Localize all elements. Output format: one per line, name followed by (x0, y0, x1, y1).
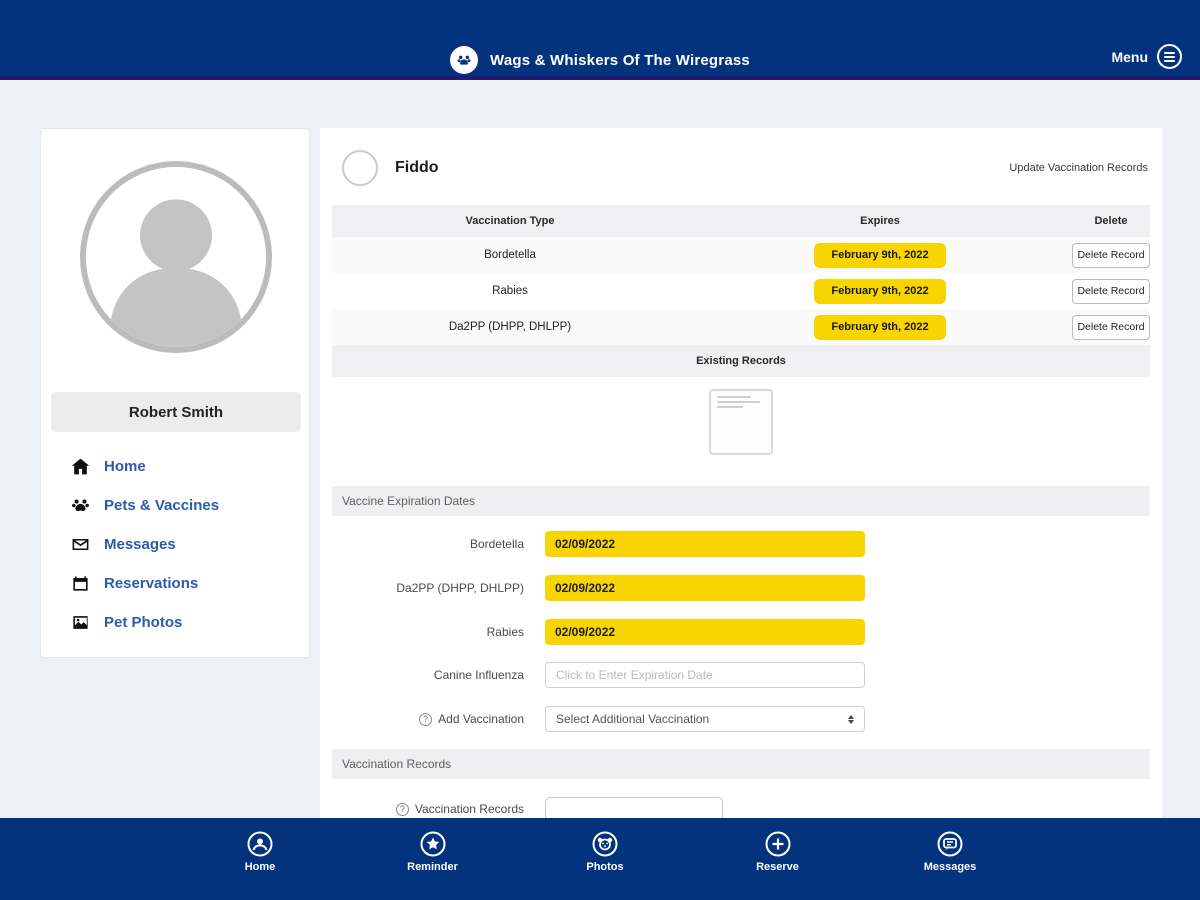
brand: Wags & Whiskers Of The Wiregrass (0, 46, 1200, 74)
additional-vaccination-select[interactable]: Select Additional Vaccination (545, 706, 865, 732)
pet-name: Fiddo (395, 159, 439, 176)
star-circle-icon (420, 831, 445, 857)
add-vaccination-label-wrap: ? Add Vaccination (332, 712, 528, 726)
table-row: Rabies February 9th, 2022 Delete Record (332, 273, 1150, 309)
calendar-icon (71, 574, 91, 594)
bottomnav-label: Messages (923, 861, 977, 873)
bottomnav-messages[interactable]: Messages (915, 830, 985, 900)
photo-icon (71, 613, 91, 633)
expires-date-button[interactable]: February 9th, 2022 (814, 242, 946, 268)
sidebar-item-home[interactable]: Home (71, 447, 301, 486)
bottom-nav: Home Reminder Photos Reserve Messages (0, 818, 1200, 900)
hamburger-circle-icon (1157, 44, 1182, 69)
canine-influenza-date-input[interactable] (545, 662, 865, 688)
menu-label: Menu (1111, 48, 1148, 65)
person-silhouette-icon (86, 167, 266, 347)
delete-record-button[interactable]: Delete Record (1072, 314, 1150, 340)
bottomnav-label: Reminder (407, 861, 458, 873)
app-page: Wags & Whiskers Of The Wiregrass Menu Ro… (0, 0, 1200, 900)
sidebar-item-pet-photos[interactable]: Pet Photos (71, 603, 301, 642)
section-header-vaccination-records: Vaccination Records (332, 749, 1150, 779)
dog-face-circle-icon (592, 831, 618, 857)
bottomnav-home[interactable]: Home (225, 830, 295, 900)
field-label: Add Vaccination (438, 712, 524, 726)
update-vaccination-records-link[interactable]: Update Vaccination Records (1009, 162, 1148, 174)
sidebar-item-reservations[interactable]: Reservations (71, 564, 301, 603)
bordetella-date-input[interactable] (545, 531, 865, 557)
sidebar-item-label: Messages (104, 536, 176, 553)
existing-records-row (332, 377, 1150, 480)
user-name: Robert Smith (51, 392, 301, 432)
sidebar-item-pets-vaccines[interactable]: Pets & Vaccines (71, 486, 301, 525)
form-row-add-vaccination: ? Add Vaccination Select Additional Vacc… (332, 706, 1150, 732)
envelope-icon (71, 535, 91, 555)
sidebar-nav: Home Pets & Vaccines Messages Reservatio… (71, 447, 301, 642)
paw-logo-icon (450, 46, 479, 74)
question-circle-icon: ? (395, 802, 409, 816)
field-label: Da2PP (DHPP, DHLPP) (396, 581, 524, 595)
expires-date-button[interactable]: February 9th, 2022 (814, 314, 946, 340)
delete-record-button[interactable]: Delete Record (1072, 242, 1150, 268)
field-label: Vaccination Records (414, 802, 524, 816)
form-row-canine-influenza: Canine Influenza (332, 662, 1150, 688)
delete-record-button[interactable]: Delete Record (1072, 278, 1150, 304)
sidebar-item-messages[interactable]: Messages (71, 525, 301, 564)
paw-icon (71, 496, 91, 516)
menu-button[interactable]: Menu (1111, 44, 1182, 69)
top-header: Wags & Whiskers Of The Wiregrass Menu (0, 0, 1200, 80)
sidebar-item-label: Reservations (104, 575, 199, 592)
person-circle-icon (247, 831, 273, 857)
plus-circle-icon (765, 831, 790, 857)
field-label: Rabies (486, 625, 524, 639)
main-content: Fiddo Update Vaccination Records Vaccina… (320, 128, 1162, 818)
vaccination-table: Vaccination Type Expires Delete Bordetel… (332, 205, 1150, 480)
expires-date-button[interactable]: February 9th, 2022 (814, 278, 946, 304)
user-avatar (80, 161, 272, 353)
bottomnav-label: Home (244, 861, 276, 873)
bottomnav-reminder[interactable]: Reminder (398, 830, 468, 900)
column-header-expires: Expires (860, 215, 900, 227)
select-value: Select Additional Vaccination (556, 712, 710, 726)
sidebar-item-label: Pets & Vaccines (104, 497, 220, 514)
table-row: Da2PP (DHPP, DHLPP) February 9th, 2022 D… (332, 309, 1150, 345)
bottomnav-reserve[interactable]: Reserve (743, 830, 813, 900)
sidebar-item-label: Pet Photos (104, 614, 183, 631)
bottomnav-photos[interactable]: Photos (570, 830, 640, 900)
rabies-date-input[interactable] (545, 619, 865, 645)
vaccine-type-cell: Bordetella (484, 249, 536, 261)
form-row-bordetella: Bordetella (332, 531, 1150, 557)
column-header-vaccination-type: Vaccination Type (465, 215, 555, 227)
da2pp-date-input[interactable] (545, 575, 865, 601)
home-icon (71, 457, 91, 477)
bottomnav-label: Photos (586, 861, 624, 873)
table-header-row: Vaccination Type Expires Delete (332, 205, 1150, 237)
form-row-da2pp: Da2PP (DHPP, DHLPP) (332, 575, 1150, 601)
vaccination-records-label-wrap: ? Vaccination Records (332, 802, 528, 816)
dog-photo-avatar (342, 150, 378, 186)
upload-records-button[interactable] (545, 797, 723, 818)
form-row-rabies: Rabies (332, 619, 1150, 645)
section-header-vaccine-expiration: Vaccine Expiration Dates (332, 486, 1150, 516)
select-spinner-icon (848, 714, 854, 724)
document-thumbnail[interactable] (709, 389, 773, 455)
pet-header: Fiddo Update Vaccination Records (342, 150, 1148, 186)
vaccine-type-cell: Da2PP (DHPP, DHLPP) (448, 321, 572, 333)
chat-circle-icon (937, 831, 963, 857)
existing-records-header: Existing Records (332, 345, 1150, 377)
sidebar-item-label: Home (104, 458, 146, 475)
field-label: Bordetella (469, 537, 524, 551)
field-label: Canine Influenza (433, 668, 524, 682)
question-circle-icon: ? (419, 712, 433, 726)
column-header-delete: Delete (1094, 215, 1128, 227)
app-title: Wags & Whiskers Of The Wiregrass (490, 51, 750, 69)
vaccine-type-cell: Rabies (492, 285, 528, 297)
sidebar: Robert Smith Home Pets & Vaccines Messag… (40, 128, 310, 658)
bottomnav-label: Reserve (756, 861, 799, 873)
form-row-vaccination-records: ? Vaccination Records (332, 796, 1150, 818)
table-row: Bordetella February 9th, 2022 Delete Rec… (332, 237, 1150, 273)
